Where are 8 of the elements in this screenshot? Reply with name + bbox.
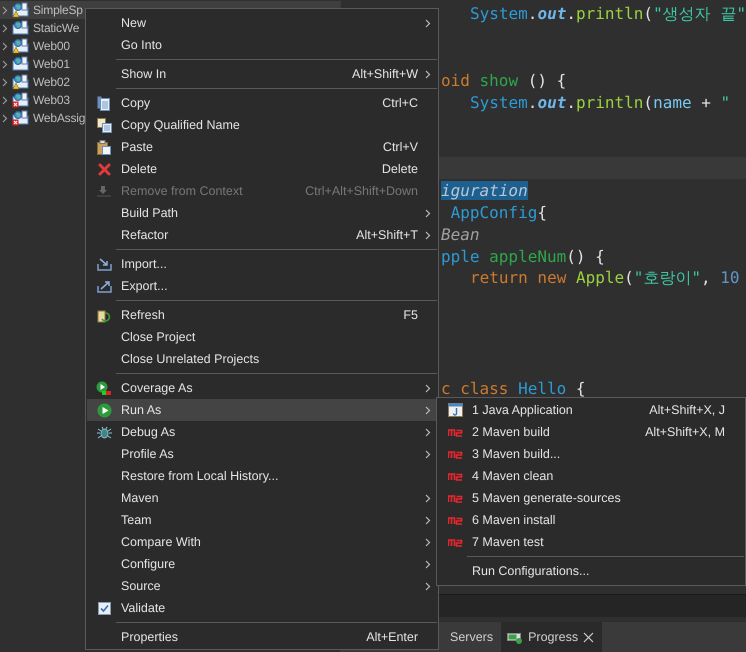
code-line: Bean [441,224,480,244]
code-line: System.out.println("생성자 끝" [470,4,746,24]
code-line: AppConfig{ [450,202,547,222]
code-line: System.out.println(name + " [470,92,730,112]
code-line: c class Hello { [441,378,586,398]
code-line: return new Apple("호랑이", 10 [470,268,740,288]
code-line: pple appleNum() { [441,246,605,266]
code-line: oid show () { [441,70,566,90]
